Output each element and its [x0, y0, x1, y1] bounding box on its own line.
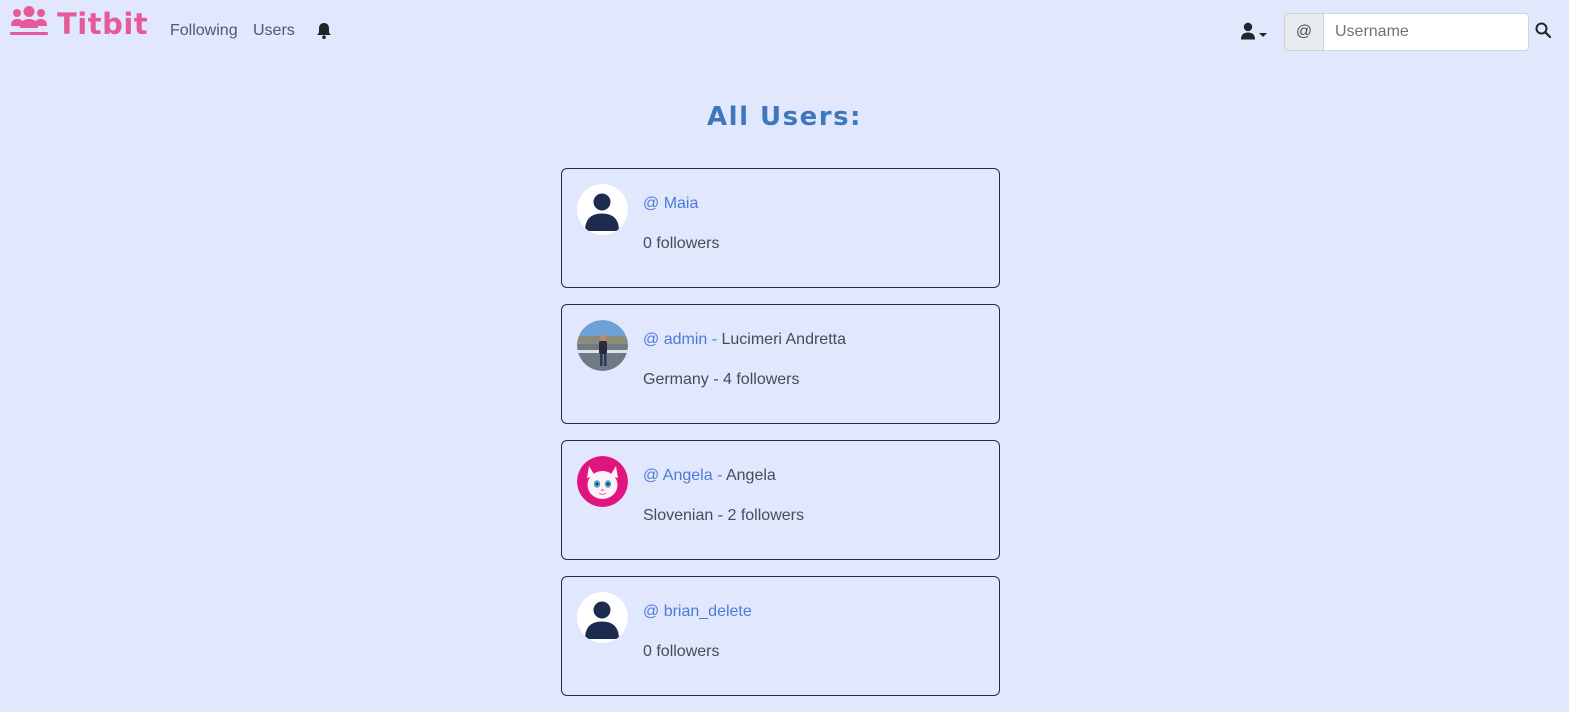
cat-avatar-image[interactable] — [577, 456, 628, 507]
search-icon[interactable] — [1535, 22, 1552, 43]
nav-link-following[interactable]: Following — [170, 22, 238, 40]
user-meta: 0 followers — [643, 643, 720, 660]
user-handle-link[interactable]: @ admin — [643, 331, 707, 348]
user-meta: Slovenian - 2 followers — [643, 507, 804, 524]
username-search: @ — [1284, 13, 1529, 51]
user-card: @ admin - Lucimeri Andretta Germany - 4 … — [561, 304, 1000, 424]
page-title: All Users: — [707, 102, 862, 132]
default-avatar-icon[interactable] — [577, 184, 628, 235]
user-icon — [1240, 22, 1256, 45]
bell-icon[interactable] — [316, 22, 332, 45]
brand-name: Titbit — [57, 6, 149, 41]
users-group-icon — [9, 4, 49, 43]
user-photo-avatar[interactable] — [577, 320, 628, 371]
caret-down-icon — [1259, 25, 1267, 43]
user-list: @ Maia 0 followers @ admin - Lucimeri An… — [561, 168, 1000, 712]
user-display-name: Lucimeri Andretta — [721, 331, 846, 348]
brand-link[interactable]: Titbit — [9, 4, 148, 43]
user-meta: Germany - 4 followers — [643, 371, 800, 388]
at-prefix: @ — [1284, 13, 1323, 51]
user-card: @ brian_delete 0 followers — [561, 576, 1000, 696]
default-avatar-icon[interactable] — [577, 592, 628, 643]
name-separator: - — [712, 467, 726, 484]
name-separator: - — [707, 331, 722, 348]
user-handle-link[interactable]: @ Maia — [643, 195, 698, 212]
top-navbar: Titbit Following Users @ — [0, 0, 1569, 62]
user-meta: 0 followers — [643, 235, 720, 252]
username-search-input[interactable] — [1323, 13, 1529, 51]
user-card: @ Angela - Angela Slovenian - 2 follower… — [561, 440, 1000, 560]
user-display-name: Angela — [725, 467, 776, 484]
user-handle-link[interactable]: @ Angela — [643, 467, 713, 484]
nav-link-users[interactable]: Users — [253, 22, 295, 40]
user-handle-link[interactable]: @ brian_delete — [643, 603, 752, 620]
user-menu-dropdown[interactable] — [1240, 22, 1267, 45]
user-card: @ Maia 0 followers — [561, 168, 1000, 288]
